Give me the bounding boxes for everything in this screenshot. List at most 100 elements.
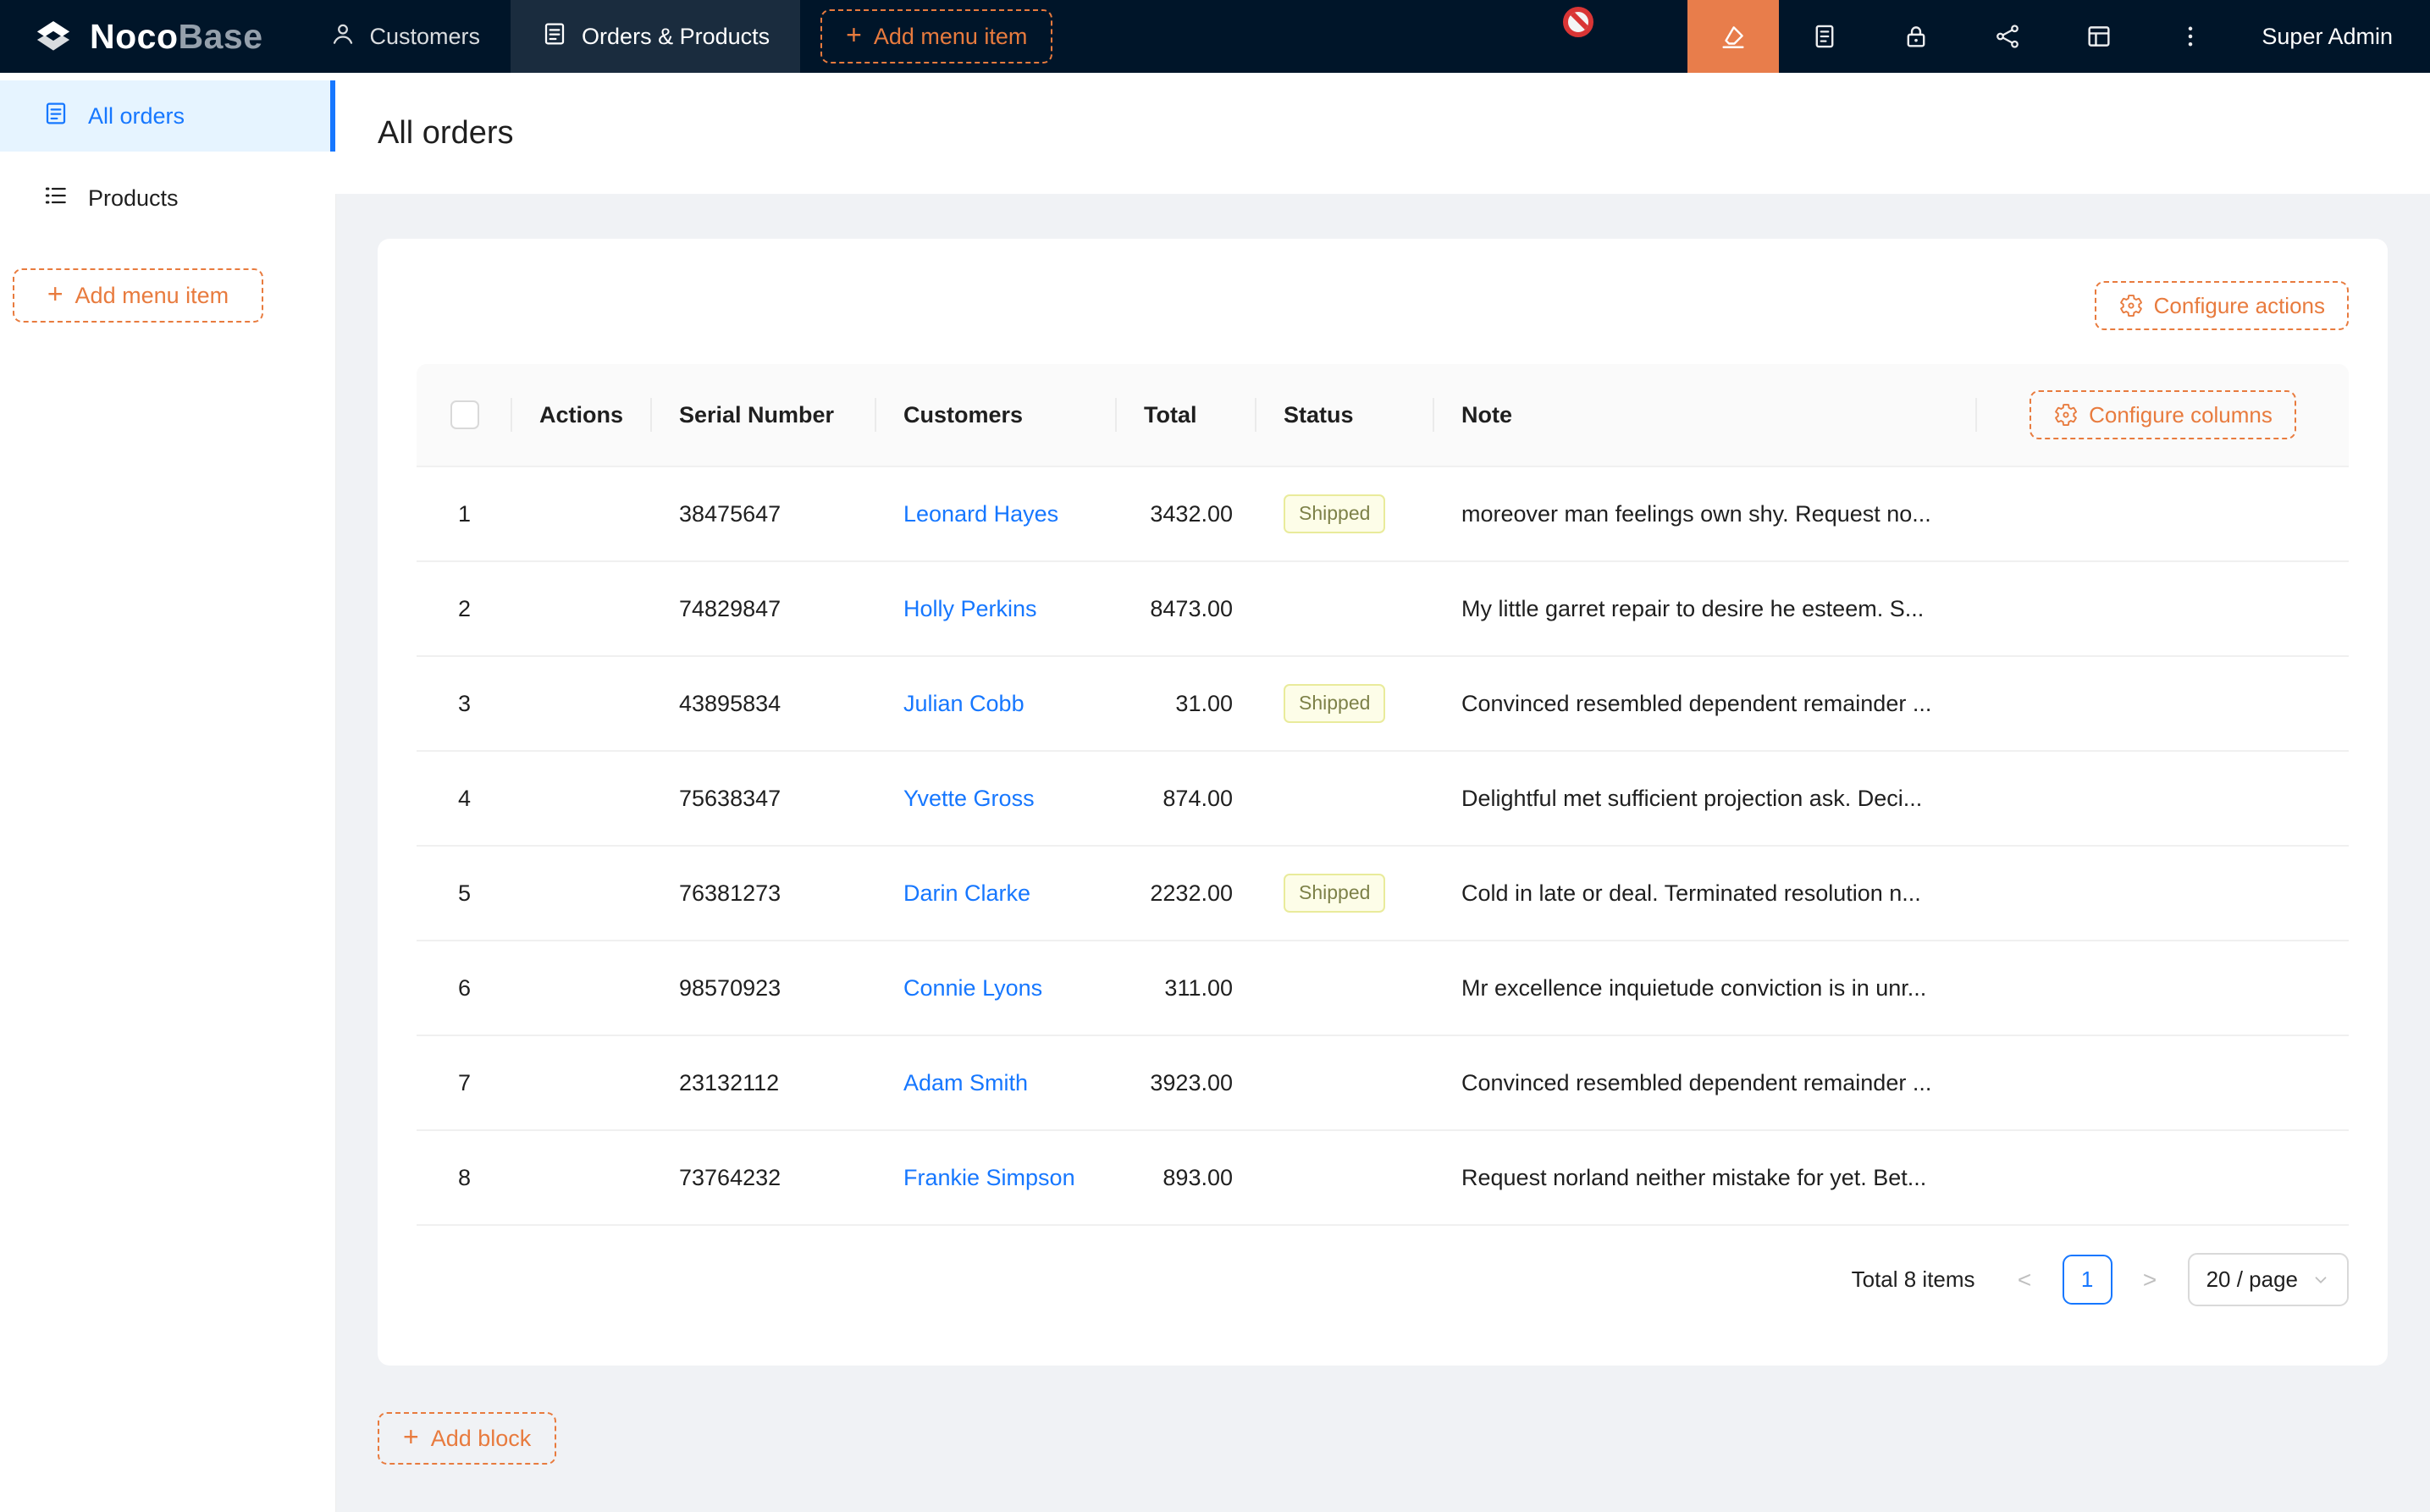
note-cell: Convinced resembled dependent remainder … <box>1434 657 1977 752</box>
row-configure-cell <box>1977 1131 2349 1226</box>
settings-center-button[interactable] <box>2053 0 2145 73</box>
serial-number-cell: 74829847 <box>652 562 876 657</box>
topbar-right: Super Admin <box>1687 0 2430 73</box>
serial-number-cell: 23132112 <box>652 1036 876 1131</box>
total-cell: 3432.00 <box>1117 467 1256 562</box>
table-toolbar: Configure actions <box>417 281 2349 330</box>
more-button[interactable] <box>2145 0 2236 73</box>
customer-link[interactable]: Julian Cobb <box>903 691 1024 716</box>
pagination-prev-button[interactable]: < <box>2000 1255 2050 1305</box>
row-actions-cell <box>512 467 652 562</box>
status-cell: Shipped <box>1256 847 1434 941</box>
customer-cell: Frankie Simpson <box>876 1131 1117 1226</box>
customer-link[interactable]: Frankie Simpson <box>903 1165 1075 1190</box>
not-allowed-cursor-icon <box>1563 7 1595 39</box>
customer-cell: Connie Lyons <box>876 941 1117 1036</box>
customer-link[interactable]: Adam Smith <box>903 1070 1028 1095</box>
serial-number-cell: 38475647 <box>652 467 876 562</box>
permissions-button[interactable] <box>1870 0 1962 73</box>
customer-link[interactable]: Connie Lyons <box>903 975 1042 1001</box>
plugin-manager-button[interactable] <box>1962 0 2053 73</box>
customer-cell: Adam Smith <box>876 1036 1117 1131</box>
row-index-cell: 2 <box>417 562 512 657</box>
nocobase-logo[interactable]: NocoBase <box>0 0 299 73</box>
row-actions-cell <box>512 1131 652 1226</box>
table-header-row: Actions Serial Number Customers Total St… <box>417 364 2349 467</box>
status-tag: Shipped <box>1284 874 1385 913</box>
nav-customers[interactable]: Customers <box>299 0 511 73</box>
row-actions-cell <box>512 657 652 752</box>
page-size-select[interactable]: 20 / page <box>2188 1253 2349 1306</box>
table-row: 4 75638347 Yvette Gross 874.00 Delightfu… <box>417 752 2349 847</box>
customer-cell: Leonard Hayes <box>876 467 1117 562</box>
row-actions-cell <box>512 847 652 941</box>
customer-link[interactable]: Holly Perkins <box>903 596 1037 621</box>
customer-cell: Yvette Gross <box>876 752 1117 847</box>
nav-customers-label: Customers <box>370 24 481 50</box>
total-cell: 874.00 <box>1117 752 1256 847</box>
total-cell: 31.00 <box>1117 657 1256 752</box>
ui-editor-button[interactable] <box>1687 0 1779 73</box>
note-cell: Mr excellence inquietude conviction is i… <box>1434 941 1977 1036</box>
topbar-add-menu-item-button[interactable]: + Add menu item <box>820 9 1052 63</box>
pagination-page-1[interactable]: 1 <box>2063 1255 2112 1305</box>
pagination-next-button[interactable]: > <box>2125 1255 2175 1305</box>
note-cell: Convinced resembled dependent remainder … <box>1434 1036 1977 1131</box>
serial-number-cell: 98570923 <box>652 941 876 1036</box>
nav-orders-products-label: Orders & Products <box>582 24 770 50</box>
table-row: 5 76381273 Darin Clarke 2232.00 Shipped … <box>417 847 2349 941</box>
header-note: Note <box>1434 364 1977 467</box>
row-index-cell: 6 <box>417 941 512 1036</box>
serial-number-cell: 75638347 <box>652 752 876 847</box>
sidebar-item-products[interactable]: Products <box>0 163 335 234</box>
main-area: All orders Configure actions <box>335 73 2430 1512</box>
plus-icon: + <box>47 280 64 307</box>
row-index-cell: 5 <box>417 847 512 941</box>
sidebar-add-menu-item-button[interactable]: + Add menu item <box>13 268 263 323</box>
nav-orders-products[interactable]: Orders & Products <box>511 0 800 73</box>
status-tag: Shipped <box>1284 684 1385 723</box>
select-all-checkbox[interactable] <box>450 400 479 429</box>
user-menu[interactable]: Super Admin <box>2236 0 2430 73</box>
header-customers: Customers <box>876 364 1117 467</box>
layout-icon <box>2085 22 2113 51</box>
configure-columns-button[interactable]: Configure columns <box>2030 390 2296 439</box>
serial-number-cell: 43895834 <box>652 657 876 752</box>
plus-icon: + <box>403 1423 419 1450</box>
add-block-button[interactable]: + Add block <box>378 1412 556 1465</box>
row-actions-cell <box>512 1036 652 1131</box>
table-block-card: Configure actions Actions Serial Number … <box>378 239 2388 1366</box>
table-body: 1 38475647 Leonard Hayes 3432.00 Shipped… <box>417 467 2349 1226</box>
share-nodes-icon <box>1993 22 2022 51</box>
note-cell: Delightful met sufficient projection ask… <box>1434 752 1977 847</box>
row-index-cell: 7 <box>417 1036 512 1131</box>
list-icon <box>42 182 69 215</box>
row-actions-cell <box>512 562 652 657</box>
plus-icon: + <box>846 21 862 48</box>
header-serial-number: Serial Number <box>652 364 876 467</box>
row-index-cell: 8 <box>417 1131 512 1226</box>
status-tag: Shipped <box>1284 494 1385 533</box>
table-row: 7 23132112 Adam Smith 3923.00 Convinced … <box>417 1036 2349 1131</box>
table-row: 1 38475647 Leonard Hayes 3432.00 Shipped… <box>417 467 2349 562</box>
content-area: Configure actions Actions Serial Number … <box>335 194 2430 1465</box>
api-doc-button[interactable] <box>1779 0 1870 73</box>
customer-link[interactable]: Yvette Gross <box>903 786 1035 811</box>
customer-link[interactable]: Darin Clarke <box>903 880 1030 906</box>
status-cell <box>1256 562 1434 657</box>
customer-cell: Julian Cobb <box>876 657 1117 752</box>
customer-link[interactable]: Leonard Hayes <box>903 501 1058 527</box>
lock-icon <box>1902 22 1930 51</box>
topbar: NocoBase Customers Orders & Products + A… <box>0 0 2430 73</box>
sidebar-item-all-orders[interactable]: All orders <box>0 80 335 152</box>
configure-actions-button[interactable]: Configure actions <box>2095 281 2349 330</box>
gear-icon <box>2118 293 2144 318</box>
total-cell: 2232.00 <box>1117 847 1256 941</box>
sidebar-item-label: Products <box>88 185 179 212</box>
gear-icon <box>2053 402 2079 428</box>
page-header: All orders <box>335 73 2430 194</box>
sidebar: All orders Products + Add menu item <box>0 73 336 1512</box>
row-configure-cell <box>1977 752 2349 847</box>
form-file-icon <box>42 100 69 133</box>
table-row: 8 73764232 Frankie Simpson 893.00 Reques… <box>417 1131 2349 1226</box>
